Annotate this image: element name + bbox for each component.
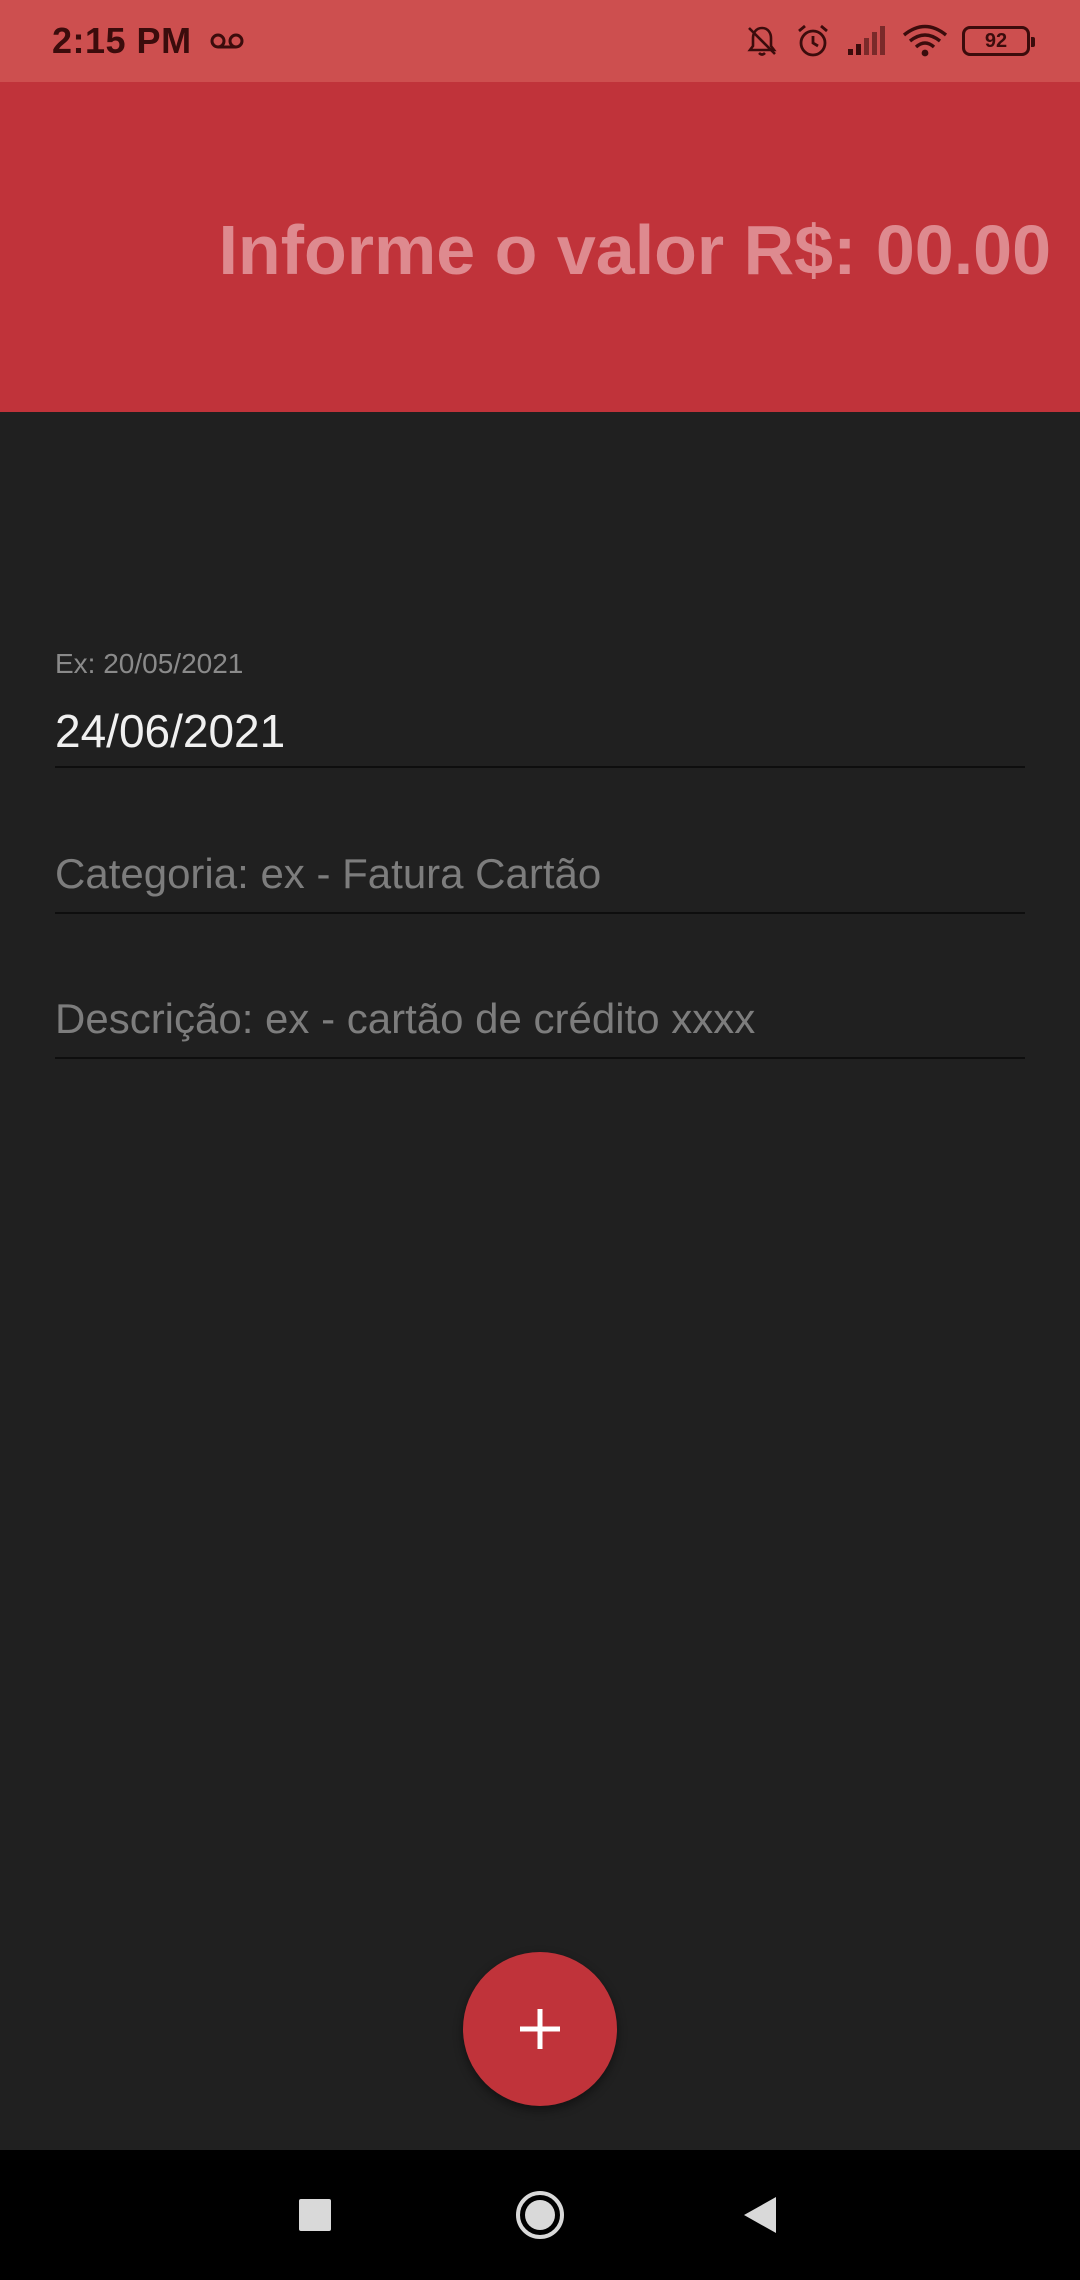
description-field-placeholder: Descrição: ex - cartão de crédito xxxx: [55, 995, 756, 1042]
signal-icon: [846, 25, 888, 57]
date-field-underline: [55, 766, 1025, 768]
screen: 2:15 PM 92 Informe o valor R$: 00.00 Ex:…: [0, 0, 1080, 2280]
navigation-bar: [0, 2150, 1080, 2280]
battery-icon: 92: [962, 26, 1035, 56]
back-icon: [744, 2197, 776, 2233]
date-field-value[interactable]: 24/06/2021: [55, 704, 285, 758]
category-field-underline: [55, 912, 1025, 914]
voicemail-icon: [210, 31, 244, 51]
app-header: Informe o valor R$: 00.00: [0, 82, 1080, 412]
home-icon: [516, 2191, 564, 2239]
recents-button[interactable]: [285, 2185, 345, 2245]
wifi-icon: [902, 24, 948, 58]
plus-icon: [520, 2009, 560, 2049]
category-field-placeholder: Categoria: ex - Fatura Cartão: [55, 850, 602, 897]
description-field-underline: [55, 1057, 1025, 1059]
alarm-icon: [794, 22, 832, 60]
status-bar: 2:15 PM 92: [0, 0, 1080, 82]
add-button[interactable]: [463, 1952, 617, 2106]
back-button[interactable]: [730, 2185, 790, 2245]
bell-muted-icon: [744, 23, 780, 59]
category-field[interactable]: Categoria: ex - Fatura Cartão: [55, 840, 1025, 915]
date-field-label: Ex: 20/05/2021: [55, 648, 244, 679]
recents-icon: [299, 2199, 331, 2231]
status-icons: 92: [744, 22, 1035, 60]
description-field[interactable]: Descrição: ex - cartão de crédito xxxx: [55, 985, 1025, 1060]
status-time: 2:15 PM: [52, 20, 192, 61]
home-button[interactable]: [510, 2185, 570, 2245]
date-field[interactable]: Ex: 20/05/2021 24/06/2021: [55, 640, 1025, 770]
amount-input[interactable]: Informe o valor R$: 00.00: [218, 210, 1051, 290]
battery-level: 92: [984, 29, 1008, 52]
